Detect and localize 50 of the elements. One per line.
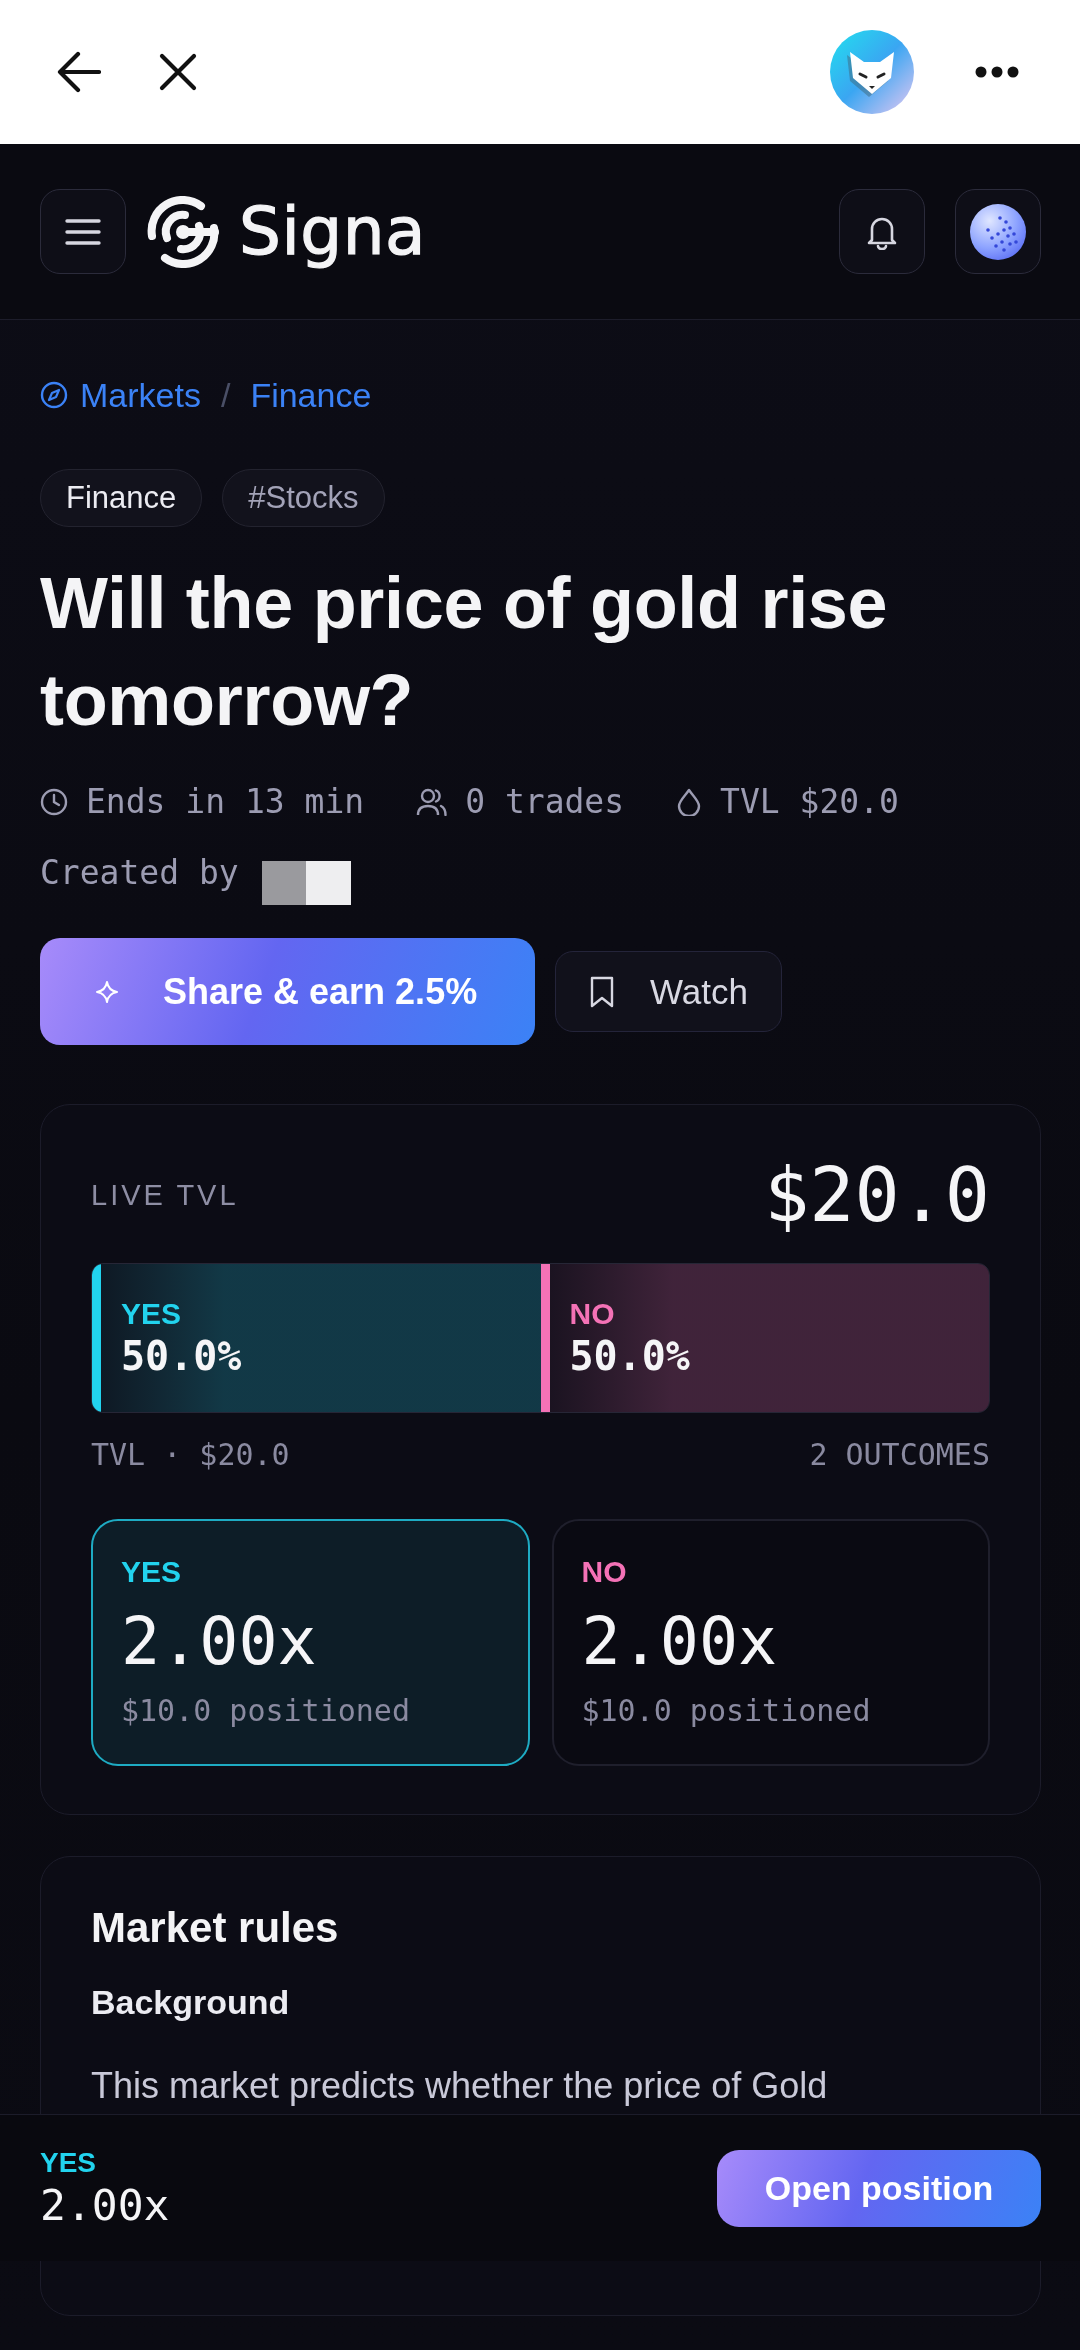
selected-multiplier: 2.00x [40, 2180, 170, 2230]
brand-name: Signa [239, 193, 426, 270]
users-icon [416, 788, 448, 816]
back-arrow-icon[interactable] [55, 51, 101, 93]
menu-button[interactable] [40, 189, 126, 274]
selected-outcome: YES [40, 2146, 97, 2180]
positioned-amount: $10.0 positioned [121, 1693, 411, 1729]
clock-icon [40, 788, 68, 816]
more-icon[interactable] [975, 66, 1019, 78]
close-icon[interactable] [159, 53, 197, 91]
rules-text: This market predicts whether the price of Gold [91, 2064, 829, 2108]
outcome-name: YES [121, 1554, 182, 1590]
outcome-name: YES [121, 1296, 182, 1332]
avatar-icon [970, 203, 1026, 260]
rules-title: Market rules [91, 1903, 340, 1953]
category-tag[interactable]: Finance [40, 469, 203, 527]
share-button[interactable]: Share & earn 2.5% [40, 938, 535, 1045]
tvl-label: LIVE TVL [91, 1178, 239, 1212]
profile-button[interactable] [955, 189, 1041, 274]
outcome-percent: 50.0% [121, 1332, 242, 1380]
breadcrumb-link[interactable]: Markets [80, 375, 201, 415]
breadcrumb-separator: / [220, 375, 231, 415]
meta-text: 0 trades [465, 781, 625, 823]
sparkle-icon [95, 979, 119, 1004]
menu-icon [65, 218, 101, 245]
outcome-count: 2 OUTCOMES [809, 1437, 990, 1473]
outcome-card[interactable]: YES 2.00x $10.0 positioned [91, 1519, 530, 1766]
tvl-summary: TVL · $20.0 [91, 1437, 290, 1473]
drop-icon [676, 788, 703, 816]
hashtag-tag[interactable]: #Stocks [222, 469, 385, 527]
watch-button[interactable]: Watch [555, 951, 782, 1032]
tvl-value: $20.0 [764, 1150, 990, 1240]
meta-text: Ends in 13 min [86, 781, 365, 823]
outcome-name: NO [569, 1296, 615, 1332]
outcome-name: NO [581, 1554, 627, 1590]
question-title: Will the price of gold rise tomorrow? [40, 562, 889, 742]
meta-text: TVL $20.0 [720, 781, 899, 823]
compass-icon [40, 381, 68, 409]
outcome-percent: 50.0% [569, 1332, 690, 1380]
positioned-amount: $10.0 positioned [581, 1693, 872, 1729]
notifications-button[interactable] [839, 189, 925, 274]
open-position-button[interactable]: Open position [717, 2149, 1041, 2227]
outcome-multiplier: 2.00x [581, 1604, 779, 1680]
outcome-multiplier: 2.00x [121, 1604, 318, 1680]
outcome-card[interactable]: NO 2.00x $10.0 positioned [551, 1519, 990, 1766]
created-by-label: Created by [40, 852, 239, 894]
rules-heading: Background [91, 1982, 291, 2022]
breadcrumb-link[interactable]: Finance [250, 375, 372, 415]
fox-avatar-icon[interactable] [830, 30, 914, 114]
logo-icon [145, 195, 221, 268]
